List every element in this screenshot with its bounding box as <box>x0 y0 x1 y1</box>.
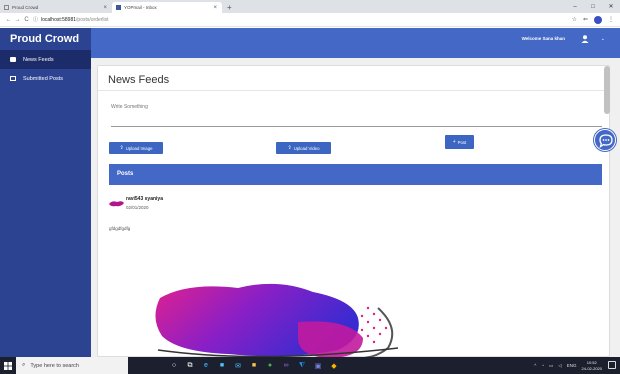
store-icon[interactable]: ■ <box>216 360 228 372</box>
chrome-icon[interactable]: ● <box>264 360 276 372</box>
new-tab-button[interactable]: + <box>227 3 232 12</box>
posts-header: Posts <box>109 164 602 185</box>
browser-actions: ☆ ⇐ ⋮ <box>572 15 614 24</box>
clock-date: 24-02-2020 <box>581 365 602 371</box>
upload-icon: ⇪ <box>287 145 292 151</box>
sidebar-item-submitted-posts[interactable]: Submitted Posts <box>0 69 91 88</box>
post-text: gfdgdfgdfg <box>109 226 131 231</box>
taskbar: ⌕ Type here to search ○ ⧉ e ■ ✉ ■ ● ∞ ⧨ … <box>0 357 620 374</box>
address-bar: ← → C ⓘ localhost:58981/posts/orderlist … <box>0 13 620 27</box>
language-indicator[interactable]: ENG <box>567 363 577 368</box>
system-tray: ^ ◔ ▭ ◁ ENG 10:52 24-02-2020 <box>534 357 602 374</box>
scrollbar[interactable] <box>604 66 610 114</box>
file-explorer-icon[interactable]: ■ <box>248 360 260 372</box>
upload-video-button[interactable]: ⇪ Upload Video <box>276 142 331 154</box>
app-header: Proud Crowd Welcome Sana khan ⌄ <box>0 28 620 58</box>
forward-icon[interactable]: → <box>13 17 22 23</box>
taskbar-search-input[interactable]: ⌕ Type here to search <box>16 357 128 374</box>
info-icon[interactable]: ⓘ <box>33 16 41 23</box>
url-path: /posts/orderlist <box>76 16 109 23</box>
chat-button[interactable] <box>594 129 616 151</box>
write-something-input[interactable] <box>111 104 602 127</box>
mail-icon <box>116 5 121 10</box>
media-icon[interactable]: ◆ <box>328 360 340 372</box>
plus-icon: + <box>452 139 456 145</box>
tab-title: YOPmail - Inbox <box>124 5 157 10</box>
maximize-button[interactable]: □ <box>584 4 602 10</box>
upload-video-label: Upload Video <box>293 145 320 151</box>
close-tab-icon[interactable]: × <box>213 5 217 11</box>
browser-tab-strip: Proud Crowd × YOPmail - Inbox × + – □ ✕ <box>0 0 620 13</box>
tab-title: Proud Crowd <box>12 5 39 10</box>
divider <box>98 90 611 91</box>
chat-icon <box>599 134 613 148</box>
task-view-icon[interactable]: ⧉ <box>184 360 196 372</box>
clock[interactable]: 10:52 24-02-2020 <box>582 360 602 372</box>
post-date: 02/01/2020 <box>126 205 149 210</box>
sidebar: News Feeds Submitted Posts <box>0 50 91 357</box>
page-icon <box>4 5 9 10</box>
chevron-up-icon[interactable]: ^ <box>534 363 536 368</box>
post-button[interactable]: + Post <box>445 135 474 149</box>
windows-logo-icon <box>4 361 12 370</box>
cortana-icon[interactable]: ○ <box>168 360 180 372</box>
minimize-button[interactable]: – <box>566 4 584 10</box>
extension-icon[interactable]: ⇐ <box>583 16 588 23</box>
taskbar-apps: ○ ⧉ e ■ ✉ ■ ● ∞ ⧨ ▣ ◆ <box>168 360 340 372</box>
post-author[interactable]: ravi543 syaniya <box>126 196 163 202</box>
post-label: Post <box>457 139 467 145</box>
news-feed-card: News Feeds ⇪Upload Image ⇪Upload Video +… <box>97 65 611 360</box>
search-placeholder: Type here to search <box>30 362 79 369</box>
search-icon: ⌕ <box>22 362 26 368</box>
upload-icon: ⇪ <box>119 145 124 151</box>
url-host: localhost:58981 <box>41 16 77 23</box>
visual-studio-icon[interactable]: ∞ <box>280 360 292 372</box>
back-icon[interactable]: ← <box>4 17 13 23</box>
close-window-button[interactable]: ✕ <box>602 3 620 10</box>
notification-icon[interactable] <box>608 361 616 369</box>
battery-icon[interactable]: ▭ <box>549 363 553 369</box>
tab-proud-crowd[interactable]: Proud Crowd × <box>0 2 112 13</box>
star-icon[interactable]: ☆ <box>572 16 577 23</box>
profile-avatar[interactable] <box>594 15 602 24</box>
edge-icon[interactable]: e <box>200 360 212 372</box>
brand-logo[interactable]: Proud Crowd <box>0 28 91 50</box>
upload-image-button[interactable]: ⇪ Upload Image <box>109 142 163 154</box>
url-field[interactable]: localhost:58981/posts/orderlist <box>41 17 109 23</box>
windows-start-button[interactable] <box>0 357 16 374</box>
network-icon[interactable]: ◔ <box>541 363 544 368</box>
checkbox-icon <box>10 76 16 81</box>
post-image[interactable] <box>148 278 398 360</box>
tab-yopmail[interactable]: YOPmail - Inbox × <box>112 2 222 13</box>
mail-app-icon[interactable]: ✉ <box>232 360 244 372</box>
window-controls: – □ ✕ <box>566 0 620 13</box>
avatar <box>109 201 124 207</box>
chevron-down-icon[interactable]: ⌄ <box>601 34 605 44</box>
teams-icon[interactable]: ▣ <box>312 360 324 372</box>
volume-icon[interactable]: ◁ <box>558 363 561 369</box>
reload-icon[interactable]: C <box>22 17 31 23</box>
sidebar-item-label: News Feeds <box>23 56 54 63</box>
user-icon[interactable] <box>580 34 590 44</box>
welcome-text: Welcome Sana khan <box>521 36 565 41</box>
upload-image-label: Upload Image <box>125 145 153 151</box>
screen: { "browser": { "tabs": [ {"title": "Prou… <box>0 0 620 374</box>
close-tab-icon[interactable]: × <box>103 5 107 11</box>
sidebar-item-news-feeds[interactable]: News Feeds <box>0 50 91 69</box>
page-title: News Feeds <box>108 74 170 86</box>
vscode-icon[interactable]: ⧨ <box>296 360 308 372</box>
menu-icon[interactable]: ⋮ <box>608 16 614 23</box>
sidebar-item-label: Submitted Posts <box>23 75 64 82</box>
feed-icon <box>10 57 16 62</box>
